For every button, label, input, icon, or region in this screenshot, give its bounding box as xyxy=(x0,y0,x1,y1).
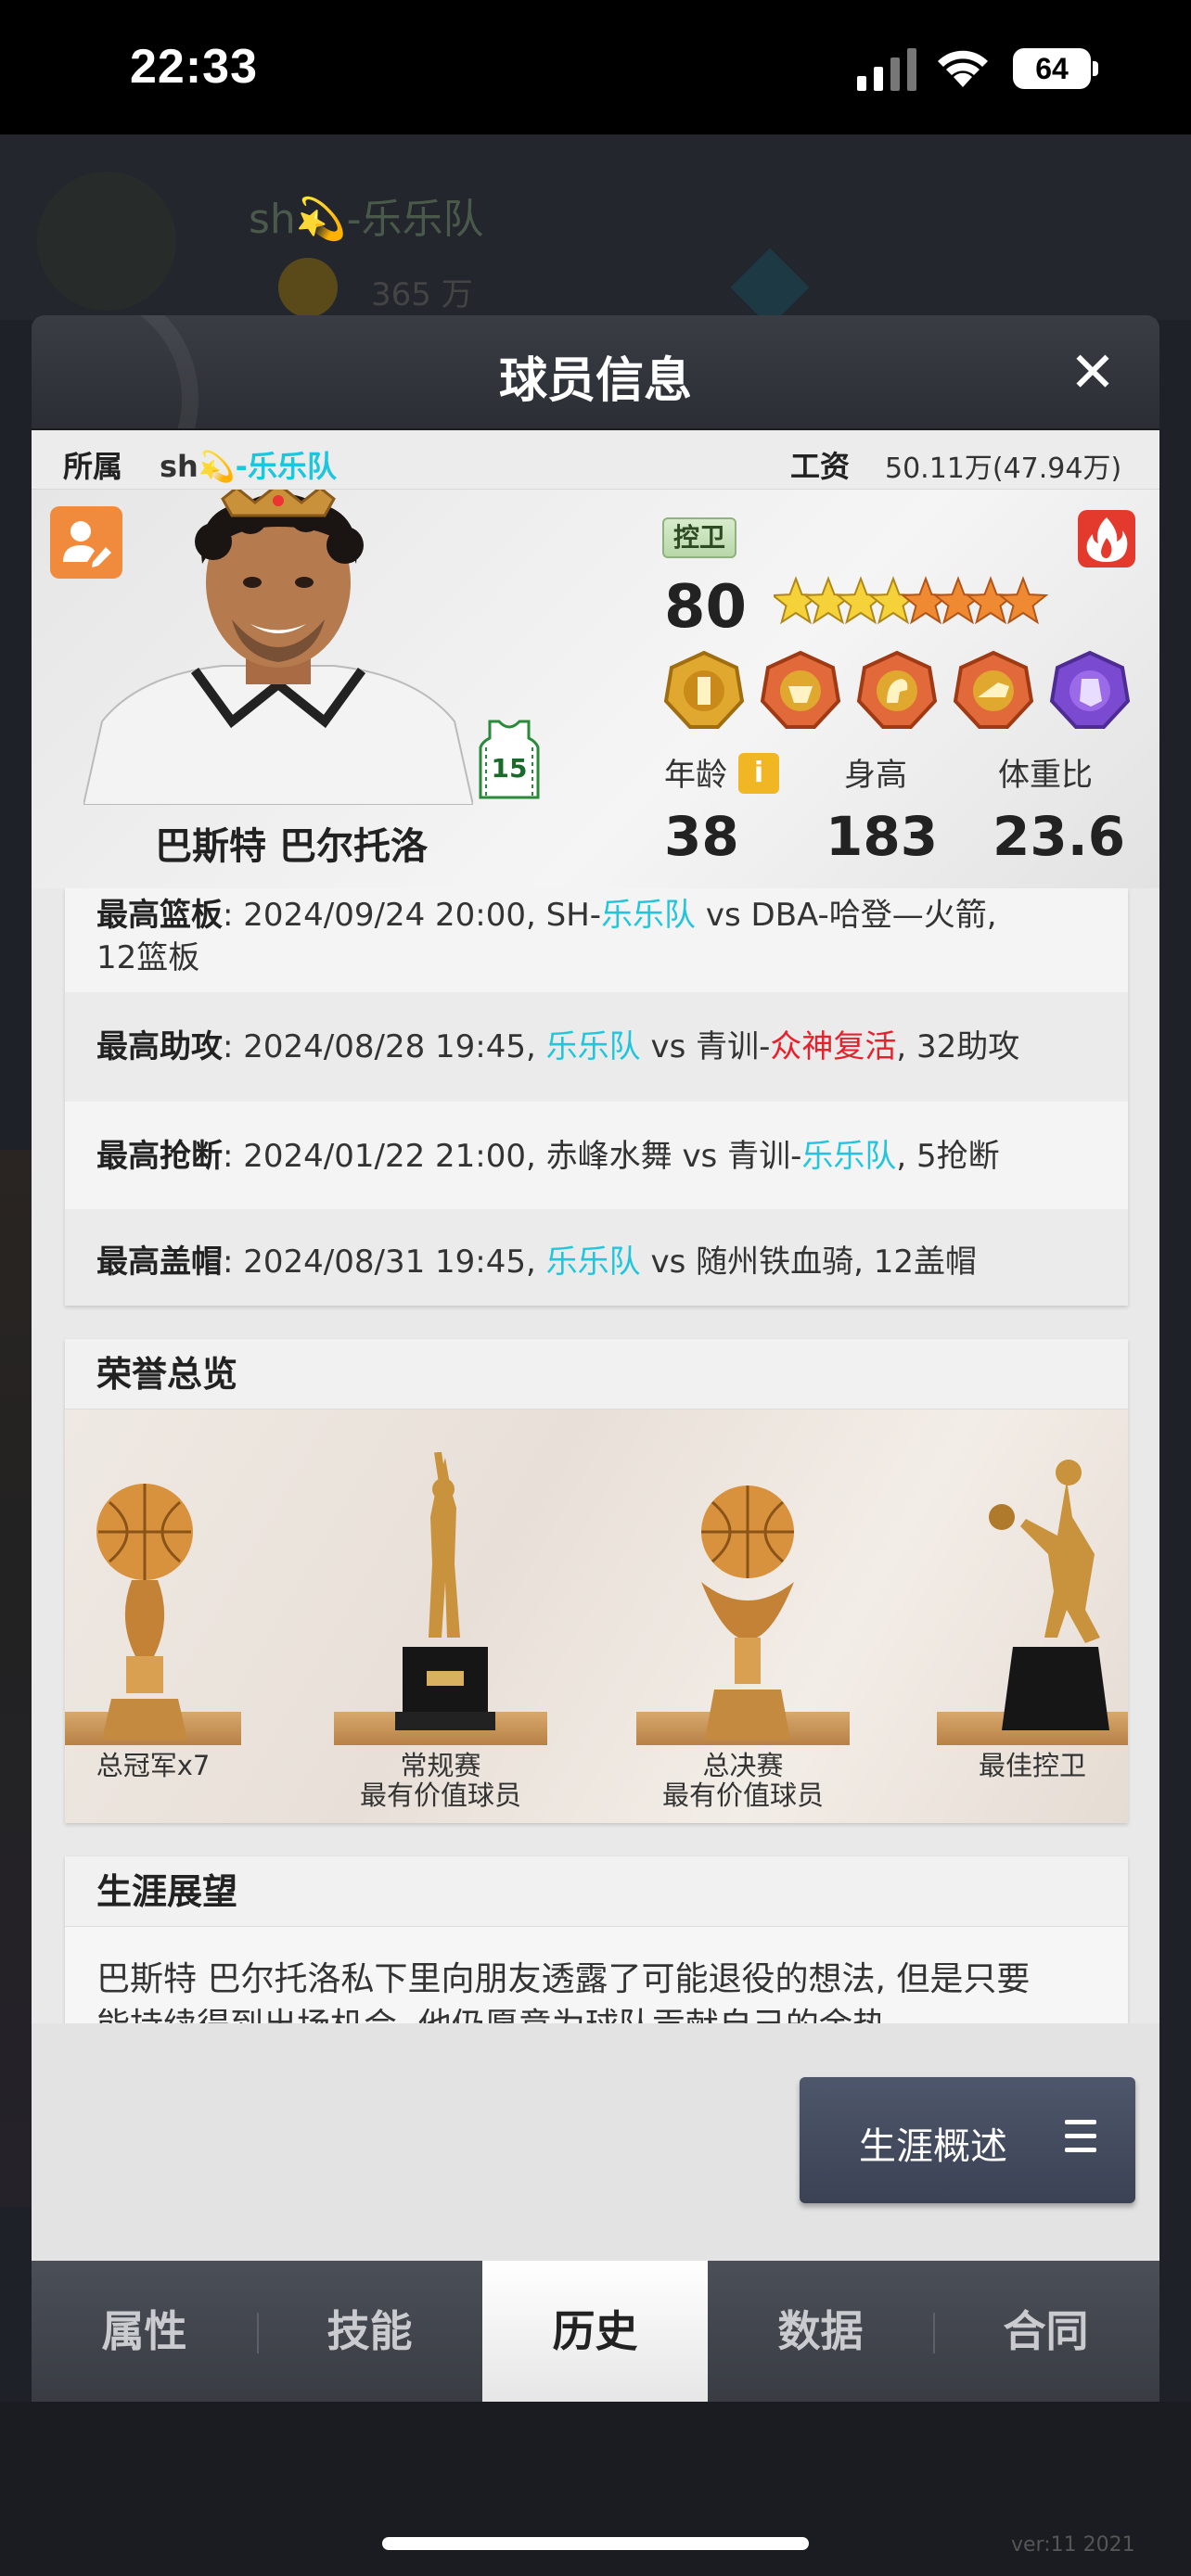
overall-rating: 80 xyxy=(664,573,748,642)
signal-icon xyxy=(857,48,916,91)
skill-badges xyxy=(662,649,1163,733)
star-icon xyxy=(997,576,1049,625)
tab-bar: 属性 技能 历史 数据 合同 xyxy=(32,2261,1159,2402)
close-button[interactable]: ✕ xyxy=(1063,343,1122,402)
career-text: 巴斯特 巴尔托洛私下里向朋友透露了可能退役的想法, 但是只要能持续得到出场机会,… xyxy=(96,1960,1031,2023)
career-outlook-panel: 生涯展望 巴斯特 巴尔托洛私下里向朋友透露了可能退役的想法, 但是只要能持续得到… xyxy=(65,1856,1128,2023)
championship-trophy-icon[interactable] xyxy=(89,1480,200,1740)
position-badge: 控卫 xyxy=(662,517,736,558)
modal-title: 球员信息 xyxy=(498,353,692,409)
background-value: 365 万 xyxy=(371,276,473,313)
background-header xyxy=(0,134,1191,320)
fire-button[interactable] xyxy=(1078,510,1135,567)
modal-body: 所属 sh💫-乐乐队 工资 50.11万(47.94万) 15 巴斯特 巴尔托洛… xyxy=(32,430,1159,2261)
age-label: 年龄 xyxy=(664,757,727,794)
screen: sh💫-乐乐队 365 万 ver:11 2021 22:33 64 球员信息 … xyxy=(0,0,1191,2576)
salary-label: 工资 xyxy=(790,449,851,484)
honor-label-0: 总冠军x7 xyxy=(96,1750,211,1781)
wifi-icon xyxy=(938,50,988,87)
record-blocks: 最高盖帽: 2024/08/31 19:45, 乐乐队 vs 随州铁血骑, 12… xyxy=(65,1209,1128,1306)
age-value: 38 xyxy=(664,805,739,868)
height-label: 身高 xyxy=(844,757,907,794)
height-value: 183 xyxy=(826,805,939,868)
background-strip xyxy=(0,1150,32,2207)
honor-label-2: 总决赛 最有价值球员 xyxy=(661,1750,824,1811)
weight-ratio-value: 23.6 xyxy=(992,805,1126,868)
tab-history[interactable]: 历史 xyxy=(482,2261,708,2402)
records-panel: 最高篮板: 2024/09/24 20:00, SH-乐乐队 vs DBA-哈登… xyxy=(65,888,1128,1306)
honors-panel: 荣誉总览 总冠军x7 常规赛 最有价值球员 总决赛 最有价值球员 最佳控卫 xyxy=(65,1339,1128,1823)
background-team-name: sh💫-乐乐队 xyxy=(249,196,484,243)
record-assists: 最高助攻: 2024/08/28 19:45, 乐乐队 vs 青训-众神复活, … xyxy=(65,992,1128,1102)
jersey-number: 15 xyxy=(492,753,528,784)
tab-contract[interactable]: 合同 xyxy=(933,2261,1159,2402)
menu-icon xyxy=(1065,2120,1096,2153)
affiliation-team[interactable]: sh💫-乐乐队 xyxy=(160,443,337,486)
home-indicator xyxy=(382,2537,809,2550)
player-card: 15 巴斯特 巴尔托洛 控卫 80 年龄 i 身高 体重比 38 183 23.… xyxy=(32,490,1159,888)
battery-icon: 64 xyxy=(1013,48,1098,89)
version-label: ver:11 2021 xyxy=(1011,2533,1135,2557)
status-time: 22:33 xyxy=(130,40,258,94)
info-icon[interactable]: i xyxy=(738,753,779,794)
honor-label-1: 常规赛 最有价值球员 xyxy=(359,1750,521,1811)
player-info-modal: 球员信息 ✕ 所属 sh💫-乐乐队 工资 50.11万(47.94万) 15 巴… xyxy=(32,315,1159,2402)
defense-badge-icon[interactable] xyxy=(1048,649,1132,733)
player-name: 巴斯特 巴尔托洛 xyxy=(155,825,428,868)
modal-header: 球员信息 ✕ xyxy=(32,315,1159,430)
team-logo xyxy=(37,172,176,311)
record-rebounds: 最高篮板: 2024/09/24 20:00, SH-乐乐队 vs DBA-哈登… xyxy=(96,897,997,976)
career-title: 生涯展望 xyxy=(65,1856,1128,1927)
history-scroll-area[interactable]: 最高篮板: 2024/09/24 20:00, SH-乐乐队 vs DBA-哈登… xyxy=(32,888,1159,2023)
post-badge-icon[interactable] xyxy=(662,649,746,733)
finals-mvp-trophy-icon[interactable] xyxy=(692,1480,803,1740)
trophy-wall: 总冠军x7 常规赛 最有价值球员 总决赛 最有价值球员 最佳控卫 xyxy=(65,1409,1128,1823)
salary-value: 50.11万(47.94万) xyxy=(885,453,1122,485)
strength-badge-icon[interactable] xyxy=(855,649,939,733)
affiliation-row: 所属 sh💫-乐乐队 工资 50.11万(47.94万) xyxy=(32,430,1159,490)
tab-attributes[interactable]: 属性 xyxy=(32,2261,257,2402)
fire-icon xyxy=(1086,517,1128,562)
handle-badge-icon[interactable] xyxy=(759,649,842,733)
jersey-icon: 15 xyxy=(479,720,540,799)
modal-footer: 生涯概述 xyxy=(32,2023,1159,2261)
weight-ratio-label: 体重比 xyxy=(998,757,1093,794)
status-bar: 22:33 64 xyxy=(0,0,1191,134)
tab-data[interactable]: 数据 xyxy=(708,2261,933,2402)
career-overview-label: 生涯概述 xyxy=(859,2125,1007,2168)
rating-stars xyxy=(774,576,1049,625)
career-overview-button[interactable]: 生涯概述 xyxy=(800,2077,1135,2203)
regular-season-mvp-trophy-icon[interactable] xyxy=(390,1452,501,1740)
record-steals: 最高抢断: 2024/01/22 21:00, 赤峰水舞 vs 青训-乐乐队, … xyxy=(96,1138,1000,1175)
battery-level: 64 xyxy=(1013,48,1091,89)
tab-skills[interactable]: 技能 xyxy=(257,2261,482,2402)
speed-badge-icon[interactable] xyxy=(952,649,1035,733)
honor-label-3: 最佳控卫 xyxy=(978,1750,1086,1781)
coin-icon xyxy=(278,258,338,317)
honors-title: 荣誉总览 xyxy=(65,1339,1128,1409)
affiliation-label: 所属 xyxy=(63,449,123,484)
best-point-guard-trophy-icon[interactable] xyxy=(983,1452,1122,1740)
player-portrait xyxy=(83,490,473,805)
